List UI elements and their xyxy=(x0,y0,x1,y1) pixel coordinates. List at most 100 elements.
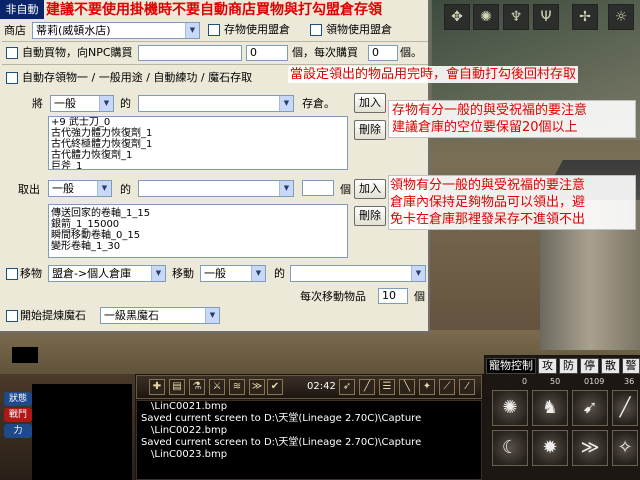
mode-tab[interactable]: 非自動 xyxy=(0,0,44,19)
crescent-icon[interactable]: ☾ xyxy=(492,430,528,466)
withdraw-of-label: 的 xyxy=(120,183,131,196)
pet-defend-tab[interactable]: 防 xyxy=(559,358,578,374)
withdraw-clan-store-label: 領物使用盟倉 xyxy=(326,23,392,36)
list-item[interactable]: 古代終極體力恢復劑_1 xyxy=(49,139,347,150)
plus-icon[interactable]: ✚ xyxy=(149,379,165,395)
deposit-list[interactable]: +9 武士刀_0 古代強力體力恢復劑_1 古代終極體力恢復劑_1 古代體力恢復劑… xyxy=(48,116,348,170)
pet-number: 36 xyxy=(624,377,635,386)
beast-icon[interactable]: ♞ xyxy=(532,390,568,426)
chat-line: Saved current screen to D:\天堂(Lineage 2.… xyxy=(141,413,422,424)
sun-icon[interactable]: ☼ xyxy=(608,4,634,30)
pet-control-tab[interactable]: 寵物控制 xyxy=(486,358,536,374)
flame-icon[interactable]: ✹ xyxy=(532,430,568,466)
withdraw-clan-store-checkbox[interactable] xyxy=(310,24,322,36)
list-item[interactable]: 傳送回家的卷軸_1_15 xyxy=(49,205,347,219)
chevron-down-icon: ▼ xyxy=(279,181,293,196)
torch-icon[interactable]: ✦ xyxy=(419,379,435,395)
hud-side-button[interactable]: 戰鬥 xyxy=(4,408,32,422)
withdraw-item-select[interactable]: ▼ xyxy=(138,180,294,197)
move-item-select[interactable]: ▼ xyxy=(290,265,426,282)
lance-icon[interactable]: ╱ xyxy=(612,390,638,426)
auto-buy-checkbox[interactable] xyxy=(6,47,18,59)
deposit-type-select[interactable]: 一般 ▼ xyxy=(50,95,114,112)
auto-store-checkbox[interactable] xyxy=(6,72,18,84)
pet-status-row: 0 50 0109 36 xyxy=(486,377,638,387)
list-item[interactable]: +9 武士刀_0 xyxy=(49,117,347,128)
list-item[interactable]: 變形卷軸_1_30 xyxy=(49,241,347,252)
spear-icon[interactable]: ➹ xyxy=(572,390,608,426)
list-item[interactable]: 瞬間移動卷軸_0_15 xyxy=(49,230,347,241)
deposit-item-select[interactable]: ▼ xyxy=(138,95,294,112)
refine-checkbox[interactable] xyxy=(6,310,18,322)
move-type-select[interactable]: 一般 ▼ xyxy=(200,265,266,282)
store-selected: 蒂莉(威頓水店) xyxy=(36,24,111,37)
double-chevron-icon[interactable]: ≫ xyxy=(572,430,608,466)
withdraw-count-field[interactable] xyxy=(302,180,334,196)
per-move-field[interactable]: 10 xyxy=(378,288,408,304)
hud-side-button[interactable]: 力 xyxy=(4,424,32,438)
arrow-icon[interactable]: ➶ xyxy=(339,379,355,395)
withdraw-label: 取出 xyxy=(18,183,40,196)
pet-scatter-tab[interactable]: 散 xyxy=(601,358,620,374)
withdraw-delete-button[interactable]: 刪除 xyxy=(354,206,386,226)
chevron-down-icon: ▼ xyxy=(99,96,113,111)
pet-stop-tab[interactable]: 停 xyxy=(580,358,599,374)
chat-line: \LinC0022.bmp xyxy=(151,425,228,436)
auto-buy-item-field[interactable] xyxy=(138,45,242,61)
use-clan-store-checkbox[interactable] xyxy=(208,24,220,36)
deposit-delete-button[interactable]: 刪除 xyxy=(354,120,386,140)
book-icon[interactable]: ▤ xyxy=(169,379,185,395)
move-checkbox[interactable] xyxy=(6,268,18,280)
skill-bar: ✚ ▤ ⚗ ⚔ ≋ ≫ ✔ 02:42 ➶ ╱ ☰ ╲ ✦ ⟋ ⁄ xyxy=(136,375,482,399)
pet-guard-tab[interactable]: 警 xyxy=(622,358,640,374)
per-move-label: 每次移動物品 xyxy=(300,290,366,303)
swirl-icon[interactable]: ✺ xyxy=(473,4,499,30)
fork-icon[interactable]: Ψ xyxy=(533,4,559,30)
divider xyxy=(2,41,428,42)
blade-icon[interactable]: ╱ xyxy=(359,379,375,395)
list-item[interactable]: 古代強力體力恢復劑_1 xyxy=(49,128,347,139)
deposit-add-button[interactable]: 加入 xyxy=(354,93,386,113)
tree-icon[interactable]: ♆ xyxy=(503,4,529,30)
per-move-unit: 個 xyxy=(414,290,425,303)
move-of-label: 的 xyxy=(274,267,285,280)
refine-select[interactable]: 一級黑魔石 ▼ xyxy=(100,307,220,324)
chat-log[interactable]: \LinC0021.bmp Saved current screen to D:… xyxy=(136,400,482,480)
spiral-icon[interactable]: ✺ xyxy=(492,390,528,426)
pet-attack-tab[interactable]: 攻 xyxy=(538,358,557,374)
withdraw-type-select[interactable]: 一般 ▼ xyxy=(48,180,112,197)
claw-icon[interactable]: ≋ xyxy=(229,379,245,395)
potion-icon[interactable]: ⚗ xyxy=(189,379,205,395)
list-item[interactable]: 銀箭_1_15000 xyxy=(49,219,347,230)
move-label: 移物 xyxy=(20,267,42,280)
withdraw-note-line: 領物有分一般的與受祝福的要注意 xyxy=(390,178,586,193)
rune-icon[interactable]: ✥ xyxy=(444,4,470,30)
swirl-wind-icon[interactable]: ✧ xyxy=(612,430,638,466)
list-item[interactable]: 古代體力恢復劑_1 xyxy=(49,150,347,161)
pet-number: 50 xyxy=(550,377,561,386)
move-source-select[interactable]: 盟倉->個人倉庫 ▼ xyxy=(48,265,166,282)
pole-icon[interactable]: ⁄ xyxy=(459,379,475,395)
pet-number: 0 xyxy=(522,377,528,386)
list-item[interactable]: 巨斧_1 xyxy=(49,161,347,169)
auto-buy-per-buy-field[interactable]: 0 xyxy=(368,45,398,61)
scroll-icon[interactable]: ☰ xyxy=(379,379,395,395)
chevron-down-icon: ▼ xyxy=(205,308,219,323)
hud-side-button[interactable]: 狀態 xyxy=(4,392,32,406)
wing-icon[interactable]: ≫ xyxy=(249,379,265,395)
withdraw-list[interactable]: 傳送回家的卷軸_1_15 銀箭_1_15000 瞬間移動卷軸_0_15 變形卷軸… xyxy=(48,204,348,258)
deposit-suffix: 存倉。 xyxy=(302,97,335,110)
wand-icon[interactable]: ⟋ xyxy=(439,379,455,395)
warning-banner: 建議不要使用掛機時不要自動商店買物與打勾盟倉存領 xyxy=(46,2,382,18)
staff-icon[interactable]: ╲ xyxy=(399,379,415,395)
withdraw-note-line: 免卡在倉庫那裡發呆存不進領不出 xyxy=(390,212,586,227)
deposit-note-line: 存物有分一般的與受祝福的要注意 xyxy=(392,103,588,118)
auto-buy-count-field[interactable]: 0 xyxy=(246,45,288,61)
bird-icon[interactable]: ✢ xyxy=(572,4,598,30)
withdraw-note-line: 倉庫內保持足夠物品可以領出，避 xyxy=(390,195,586,210)
move-source-value: 盟倉->個人倉庫 xyxy=(52,267,132,280)
store-select[interactable]: 蒂莉(威頓水店) ▼ xyxy=(32,22,200,39)
check-icon[interactable]: ✔ xyxy=(267,379,283,395)
withdraw-add-button[interactable]: 加入 xyxy=(354,179,386,199)
sword-icon[interactable]: ⚔ xyxy=(209,379,225,395)
